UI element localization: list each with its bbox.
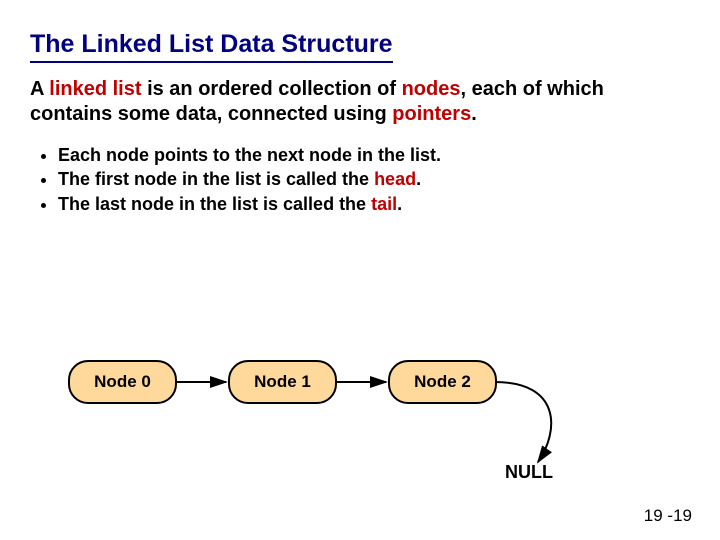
null-label: NULL [505, 462, 553, 483]
bullet-post: . [416, 169, 421, 189]
linked-list-diagram: Node 0 Node 1 Node 2 NULL [0, 360, 720, 490]
bullet-pre: The last node in the list is called the [58, 194, 371, 214]
bullet-pre: Each node points to the next node in the… [58, 145, 441, 165]
list-item: Each node points to the next node in the… [58, 143, 690, 167]
para-t2: is an ordered collection of [142, 78, 402, 100]
bullet-list: Each node points to the next node in the… [58, 143, 690, 216]
list-item: The first node in the list is called the… [58, 167, 690, 191]
bullet-kw: tail [371, 194, 397, 214]
arrow-2-null [495, 382, 551, 462]
bullet-kw: head [374, 169, 416, 189]
page-number: 19 -19 [644, 506, 692, 526]
slide-title: The Linked List Data Structure [30, 30, 393, 63]
kw-pointers: pointers [392, 103, 471, 125]
bullet-pre: The first node in the list is called the [58, 169, 374, 189]
list-item: The last node in the list is called the … [58, 192, 690, 216]
para-t4: . [471, 103, 477, 125]
intro-paragraph: A linked list is an ordered collection o… [30, 77, 690, 127]
kw-linked-list: linked list [49, 78, 141, 100]
arrows [0, 360, 720, 490]
kw-nodes: nodes [402, 78, 461, 100]
bullet-post: . [397, 194, 402, 214]
para-t1: A [30, 78, 49, 100]
